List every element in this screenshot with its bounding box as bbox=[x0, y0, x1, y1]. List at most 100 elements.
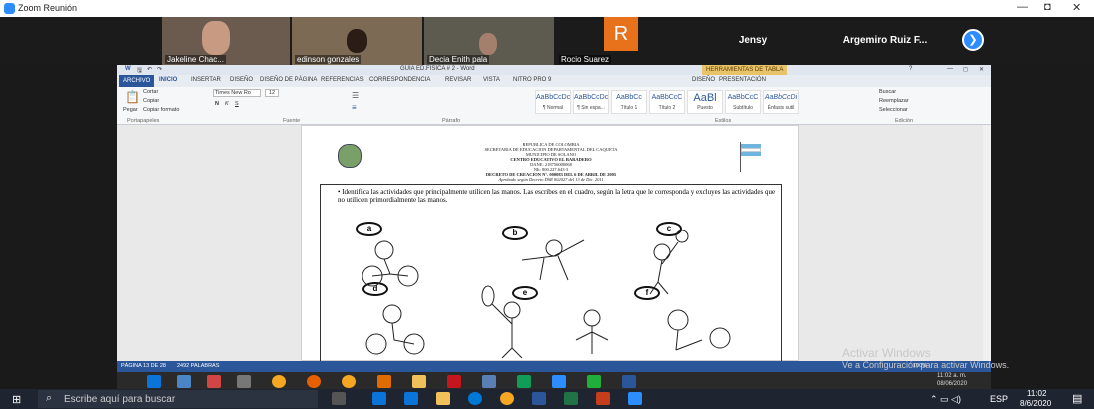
whatsapp-icon[interactable] bbox=[587, 375, 601, 388]
pdf-icon[interactable] bbox=[447, 375, 461, 388]
app-icon[interactable] bbox=[517, 375, 531, 388]
participant-tile[interactable]: edinson gonzales bbox=[292, 17, 422, 65]
style-title2[interactable]: AaBbCcC Título 2 bbox=[649, 90, 685, 114]
style-name: Título 2 bbox=[658, 105, 676, 111]
app-icon[interactable] bbox=[377, 375, 391, 388]
app-icon[interactable] bbox=[207, 375, 221, 388]
tab-archivo[interactable]: ARCHIVO bbox=[119, 75, 155, 87]
undo-icon[interactable]: ↶ bbox=[147, 66, 152, 73]
windows-start-icon[interactable]: ⊞ bbox=[12, 393, 21, 406]
language-indicator[interactable]: ESP bbox=[990, 394, 1008, 404]
clock-time[interactable]: 11:02 bbox=[1027, 389, 1046, 398]
style-normal[interactable]: AaBbCcDc ¶ Normal bbox=[535, 90, 571, 114]
select-button[interactable]: Seleccionar bbox=[879, 107, 908, 113]
cut-button[interactable]: Cortar bbox=[143, 89, 158, 95]
chrome-icon[interactable] bbox=[272, 375, 286, 388]
word-app-icon: W bbox=[125, 66, 131, 72]
child-cycling-drawing bbox=[374, 240, 394, 260]
search-box[interactable]: ⌕ Escribe aquí para buscar bbox=[38, 390, 318, 408]
tab-presentacion[interactable]: PRESENTACIÓN bbox=[719, 77, 766, 83]
find-button[interactable]: Buscar bbox=[879, 89, 896, 95]
app-icon[interactable] bbox=[482, 375, 496, 388]
shared-word-window: W 🖫 ↶ ↷ GUIA ED.FISICA # 2 - Word HERRAM… bbox=[117, 65, 991, 372]
app-icon[interactable] bbox=[372, 392, 386, 405]
participant-tile[interactable]: Argemiro Ruiz F... bbox=[820, 17, 950, 65]
paste-icon[interactable]: 📋 bbox=[125, 90, 140, 104]
font-size-select[interactable]: 12 bbox=[265, 89, 279, 97]
tab-nitro[interactable]: NITRO PRO 9 bbox=[513, 77, 551, 83]
participant-video bbox=[479, 33, 497, 55]
task-view-icon[interactable] bbox=[332, 392, 346, 405]
help-button[interactable]: ? bbox=[909, 66, 912, 72]
redo-icon[interactable]: ↷ bbox=[157, 66, 162, 73]
document-page[interactable]: REPUBLICA DE COLOMBIA SECRETARIA DE EDUC… bbox=[301, 125, 799, 362]
minimize-button[interactable]: — bbox=[1017, 1, 1028, 13]
participant-tile[interactable]: R Rocio Suarez bbox=[556, 17, 686, 65]
zoom-icon[interactable] bbox=[628, 392, 642, 405]
tab-diseno-pagina[interactable]: DISEÑO DE PÁGINA bbox=[260, 77, 317, 83]
zoom-icon[interactable] bbox=[552, 375, 566, 388]
tab-referencias[interactable]: REFERENCIAS bbox=[321, 77, 364, 83]
align-icon[interactable]: ≡ bbox=[352, 103, 357, 112]
style-puesto[interactable]: AaBl Puesto bbox=[687, 90, 723, 114]
window-title: Zoom Reunión bbox=[18, 3, 78, 13]
app-icon[interactable] bbox=[404, 392, 418, 405]
chrome-icon[interactable] bbox=[500, 392, 514, 405]
word-restore-button[interactable]: ◻ bbox=[963, 66, 968, 73]
word-count[interactable]: 2492 PALABRAS bbox=[177, 363, 219, 369]
tab-diseno-tabla[interactable]: DISEÑO bbox=[692, 77, 715, 83]
windows-taskbar: ⊞ ⌕ Escribe aquí para buscar ⌃ ▭ ◁) ESP … bbox=[0, 389, 1094, 409]
explorer-icon[interactable] bbox=[412, 375, 426, 388]
bullets-icon[interactable]: ☰ bbox=[352, 91, 359, 100]
participant-tile[interactable]: Decia Enith pala bbox=[424, 17, 554, 65]
clock-date[interactable]: 8/6/2020 bbox=[1020, 399, 1051, 408]
tab-diseno[interactable]: DISEÑO bbox=[230, 77, 253, 83]
participant-tile[interactable]: Jakeline Chac... bbox=[162, 17, 290, 65]
tab-revisar[interactable]: REVISAR bbox=[445, 77, 471, 83]
firefox-icon[interactable] bbox=[307, 375, 321, 388]
paste-button[interactable]: Pegar bbox=[123, 107, 138, 113]
explorer-icon[interactable] bbox=[436, 392, 450, 405]
replace-button[interactable]: Reemplazar bbox=[879, 98, 909, 104]
word-icon[interactable] bbox=[532, 392, 546, 405]
tray-icons[interactable]: ⌃ ▭ ◁) bbox=[930, 394, 961, 405]
notifications-icon[interactable]: ▤ bbox=[1072, 392, 1082, 405]
app-icon[interactable] bbox=[596, 392, 610, 405]
close-button[interactable]: ✕ bbox=[1072, 1, 1081, 14]
style-emphasis[interactable]: AaBbCcDi Énfasis sutil bbox=[763, 90, 799, 114]
format-painter-button[interactable]: Copiar formato bbox=[143, 107, 179, 113]
copy-button[interactable]: Copiar bbox=[143, 98, 159, 104]
app-icon[interactable] bbox=[177, 375, 191, 388]
tab-insertar[interactable]: INSERTAR bbox=[191, 77, 221, 83]
italic-button[interactable]: K bbox=[225, 101, 229, 107]
tab-inicio[interactable]: INICIO bbox=[159, 77, 177, 83]
document-title: GUIA ED.FISICA # 2 - Word bbox=[400, 66, 475, 72]
word-minimize-button[interactable]: — bbox=[947, 66, 953, 72]
tab-vista[interactable]: VISTA bbox=[483, 77, 500, 83]
instruction-text: Identifica las actividades que principal… bbox=[338, 188, 776, 204]
child-hands-drawing bbox=[583, 309, 601, 327]
underline-button[interactable]: S bbox=[235, 101, 239, 107]
vertical-scrollbar[interactable] bbox=[983, 125, 991, 361]
bold-button[interactable]: N bbox=[215, 101, 219, 107]
next-page-button[interactable]: ❯ bbox=[962, 29, 984, 51]
app-icon[interactable] bbox=[237, 375, 251, 388]
font-name-select[interactable]: Times New Ro bbox=[213, 89, 261, 97]
style-sample: AaBl bbox=[693, 92, 717, 104]
participant-video bbox=[202, 21, 230, 55]
word-icon[interactable] bbox=[622, 375, 636, 388]
start-icon[interactable] bbox=[147, 375, 161, 388]
participant-tile[interactable]: Jensy bbox=[688, 17, 818, 65]
style-no-spacing[interactable]: AaBbCcDc ¶ Sin espa... bbox=[573, 90, 609, 114]
tab-correspondencia[interactable]: CORRESPONDENCIA bbox=[369, 77, 430, 83]
style-title1[interactable]: AaBbCc Título 1 bbox=[611, 90, 647, 114]
chrome-icon[interactable] bbox=[342, 375, 356, 388]
edge-icon[interactable] bbox=[468, 392, 482, 405]
style-subtitle[interactable]: AaBbCcC Subtítulo bbox=[725, 90, 761, 114]
page-count[interactable]: PÁGINA 13 DE 28 bbox=[121, 363, 166, 369]
word-close-button[interactable]: ✕ bbox=[979, 66, 984, 73]
restore-button[interactable]: ◘ bbox=[1044, 1, 1051, 13]
excel-icon[interactable] bbox=[564, 392, 578, 405]
style-sample: AaBbCcDi bbox=[764, 94, 798, 101]
zoom-title-bar: Zoom Reunión — ◘ ✕ bbox=[0, 0, 1094, 17]
